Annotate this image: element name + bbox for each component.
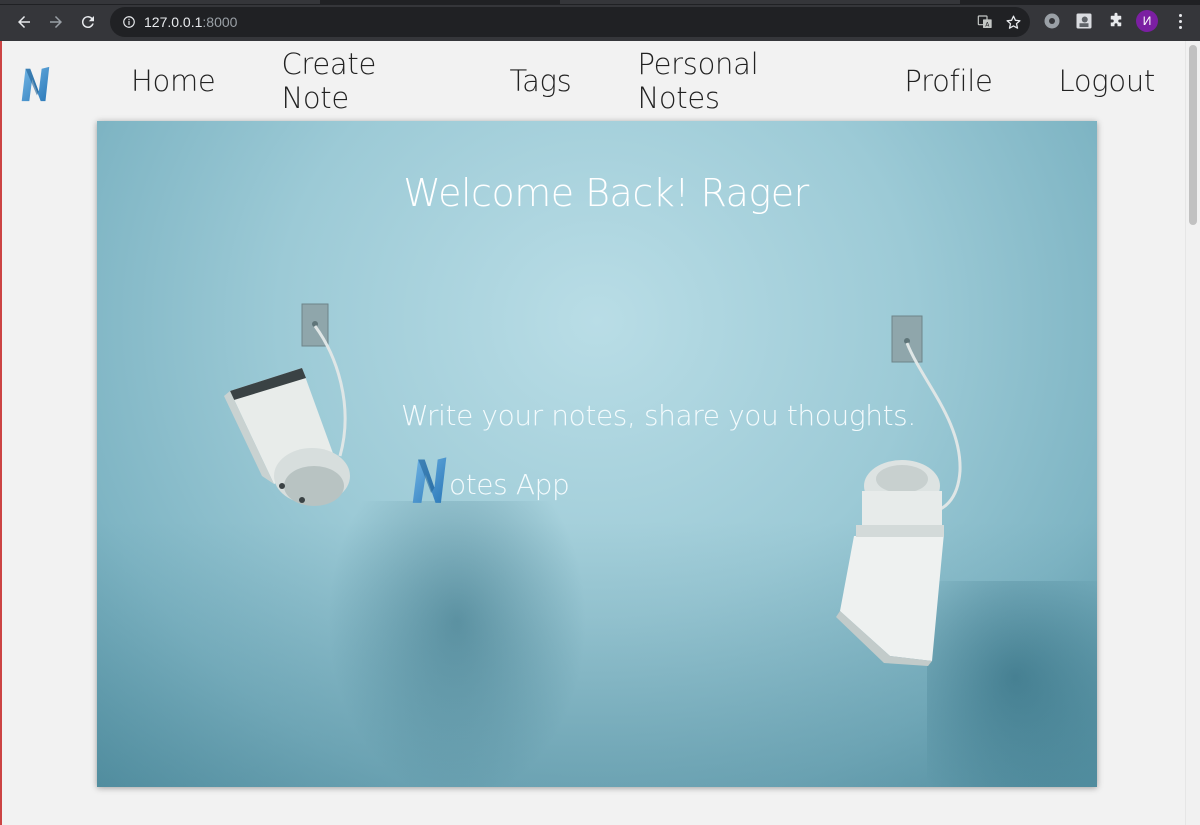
translate-icon[interactable]: A — [976, 13, 994, 31]
arrow-right-icon — [50, 16, 62, 28]
address-bar[interactable]: 127.0.0.1:8000 A — [110, 7, 1030, 37]
wall-lamp-left — [224, 303, 350, 506]
extensions-puzzle-icon[interactable] — [1106, 11, 1126, 31]
nav-logout[interactable]: Logout — [1026, 64, 1189, 98]
reload-button[interactable] — [74, 8, 102, 36]
nav-personal-notes[interactable]: Personal Notes — [604, 47, 871, 115]
app-logo-icon[interactable] — [16, 63, 54, 105]
browser-chrome: 127.0.0.1:8000 A И — [0, 0, 1200, 41]
tab-hint — [560, 0, 960, 4]
main-nav: Home Create Note Tags Personal Notes Pro… — [98, 47, 1189, 115]
nav-create-note[interactable]: Create Note — [248, 47, 476, 115]
profile-avatar[interactable]: И — [1136, 10, 1158, 32]
reload-icon — [81, 16, 94, 29]
nav-tags[interactable]: Tags — [476, 64, 604, 98]
notes-logo-icon — [412, 457, 447, 503]
forward-button[interactable] — [42, 8, 70, 36]
hero-brand: otes App — [407, 451, 570, 505]
welcome-heading: Welcome Back! Rager — [403, 171, 809, 215]
page-content: Home Create Note Tags Personal Notes Pro… — [0, 41, 1200, 825]
browser-menu-icon[interactable] — [1172, 11, 1188, 31]
extension-icon[interactable] — [1042, 11, 1062, 31]
arrow-left-icon — [18, 16, 30, 28]
back-button[interactable] — [10, 8, 38, 36]
bookmark-star-icon[interactable] — [1004, 13, 1022, 31]
page-scrollbar[interactable] — [1185, 41, 1200, 825]
url-host: 127.0.0.1 — [144, 14, 203, 30]
extension-photo-icon[interactable] — [1074, 11, 1094, 31]
hero-banner: Welcome Back! Rager Write your notes, sh… — [97, 121, 1097, 787]
hero-brand-text: otes App — [449, 468, 570, 501]
nav-profile[interactable]: Profile — [871, 64, 1025, 98]
tab-strip — [0, 0, 1200, 5]
hero-tagline: Write your notes, share you thoughts. — [401, 399, 916, 432]
nav-home[interactable]: Home — [98, 64, 248, 98]
scrollbar-thumb[interactable] — [1189, 45, 1197, 225]
info-icon[interactable] — [122, 15, 136, 29]
tab-active-hint — [0, 0, 320, 4]
wall-lamp-right — [836, 315, 962, 666]
url-port: :8000 — [202, 14, 238, 30]
